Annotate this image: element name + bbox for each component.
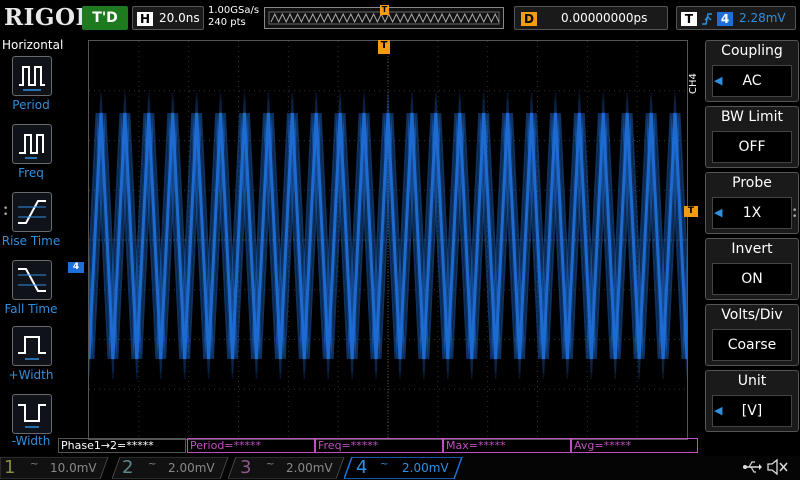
unit-softkey[interactable]: Unit [V] ◀ (705, 370, 799, 432)
left-scroll-indicator: • • (3, 204, 9, 220)
channel-1-number: 1 (4, 457, 16, 478)
probe-title: Probe (732, 175, 772, 191)
channel-2-status[interactable]: 2 ~ 2.00mV (112, 457, 230, 479)
delay-letter: D (521, 12, 537, 26)
channel-1-coupling: ~ (30, 459, 39, 470)
volts-div-value: Coarse (712, 329, 792, 361)
rising-edge-icon (702, 13, 712, 25)
positive-width-button[interactable] (12, 326, 52, 366)
brand-logo: RIGOL (4, 4, 93, 31)
invert-value: ON (712, 263, 792, 295)
frequency-icon (19, 134, 44, 159)
trigger-letter: T (681, 12, 697, 26)
channel-1-status[interactable]: 1 ~ 10.0mV (0, 457, 110, 479)
measurement-avg[interactable]: Avg=***** (571, 438, 698, 453)
delay-box[interactable]: D 0.00000000ps (514, 6, 668, 30)
channel-1-scale: 10.0mV (50, 461, 97, 475)
channel-2-scale: 2.00mV (168, 461, 215, 475)
channel-4-number: 4 (356, 457, 368, 478)
bw-limit-softkey[interactable]: BW Limit OFF (705, 106, 799, 168)
measurement-freq[interactable]: Freq=***** (315, 438, 443, 453)
coupling-arrow-icon: ◀ (714, 74, 723, 87)
probe-arrow-icon: ◀ (714, 206, 723, 219)
horizontal-measure-menu: Horizontal Period Freq • • Rise Time Fall… (0, 36, 64, 456)
coupling-value: AC (712, 65, 792, 97)
invert-softkey[interactable]: Invert ON (705, 238, 799, 300)
timebase-box[interactable]: H 20.0ns (132, 6, 204, 30)
right-scroll-indicator: • • (792, 206, 798, 222)
channel-4-scale: 2.00mV (402, 461, 449, 475)
channel-2-coupling: ~ (148, 459, 157, 470)
rise-time-icon (18, 200, 46, 224)
memory-points: 240 pts (208, 17, 246, 28)
measurement-bar: Phase1→2=***** Period=***** Freq=***** M… (58, 438, 698, 453)
negative-width-icon (18, 404, 46, 428)
channel-2-number: 2 (122, 457, 134, 478)
measurement-max[interactable]: Max=***** (443, 438, 571, 453)
unit-title: Unit (737, 373, 767, 389)
channel-4-trace (89, 92, 687, 380)
channel-status-bar: 1 ~ 10.0mV 2 ~ 2.00mV 3 ~ 2.00mV 4 ~ 2.0… (0, 456, 800, 480)
period-label: Period (12, 98, 50, 112)
period-button[interactable] (12, 56, 52, 96)
volts-div-title: Volts/Div (721, 307, 783, 323)
fall-time-label: Fall Time (4, 302, 58, 316)
run-status-badge[interactable]: T'D (82, 6, 128, 30)
bw-limit-value: OFF (712, 131, 792, 163)
invert-title: Invert (731, 241, 773, 257)
probe-value: 1X (712, 197, 792, 229)
positive-width-label: +Width (8, 368, 54, 382)
timebase-value: 20.0ns (159, 11, 200, 25)
delay-value: 0.00000000ps (561, 11, 648, 25)
coupling-softkey[interactable]: Coupling AC ◀ (705, 40, 799, 102)
speaker-muted-icon[interactable] (766, 458, 788, 476)
measurement-period[interactable]: Period=***** (187, 438, 315, 453)
frequency-button[interactable] (12, 124, 52, 164)
top-status-bar: RIGOL T'D H 20.0ns 1.00GSa/s 240 pts T D… (0, 0, 800, 36)
left-menu-title: Horizontal (2, 38, 64, 52)
negative-width-label: -Width (11, 434, 51, 448)
usb-icon (743, 461, 762, 473)
channel-4-menu: Coupling AC ◀ BW Limit OFF Probe 1X ◀ In… (700, 40, 800, 440)
unit-arrow-icon: ◀ (714, 404, 723, 417)
channel-menu-tab: CH4 (688, 73, 699, 94)
acquisition-info: 1.00GSa/s 240 pts (208, 5, 259, 29)
sample-rate: 1.00GSa/s (208, 5, 260, 16)
rise-time-button[interactable] (12, 192, 52, 232)
fall-time-icon (18, 268, 46, 292)
channel-3-coupling: ~ (266, 459, 275, 470)
period-icon (19, 66, 45, 91)
trigger-level-marker[interactable]: T (684, 206, 698, 217)
channel-4-offset-marker[interactable]: 4 (68, 262, 84, 273)
fall-time-button[interactable] (12, 260, 52, 300)
channel-3-number: 3 (240, 457, 252, 478)
waveform-display[interactable] (88, 40, 688, 440)
channel-3-status[interactable]: 3 ~ 2.00mV (228, 457, 346, 479)
channel-4-status[interactable]: 4 ~ 2.00mV (344, 457, 464, 479)
unit-value: [V] (712, 395, 792, 427)
coupling-title: Coupling (721, 43, 783, 59)
channel-3-scale: 2.00mV (286, 461, 333, 475)
positive-width-icon (18, 336, 46, 360)
horizontal-letter: H (137, 12, 153, 26)
probe-softkey[interactable]: Probe 1X ◀ (705, 172, 799, 234)
trigger-level: 2.28mV (739, 11, 786, 25)
volts-div-softkey[interactable]: Volts/Div Coarse (705, 304, 799, 366)
trigger-position-marker[interactable]: T (378, 40, 390, 54)
frequency-label: Freq (18, 166, 44, 180)
rise-time-label: Rise Time (1, 234, 61, 248)
negative-width-button[interactable] (12, 394, 52, 434)
trigger-source: 4 (717, 12, 733, 26)
trigger-box[interactable]: T 4 2.28mV (676, 6, 796, 30)
measurement-phase[interactable]: Phase1→2=***** (58, 438, 186, 453)
bw-limit-title: BW Limit (720, 109, 784, 125)
channel-4-coupling: ~ (380, 459, 389, 470)
memory-trigger-marker: T (380, 5, 389, 15)
